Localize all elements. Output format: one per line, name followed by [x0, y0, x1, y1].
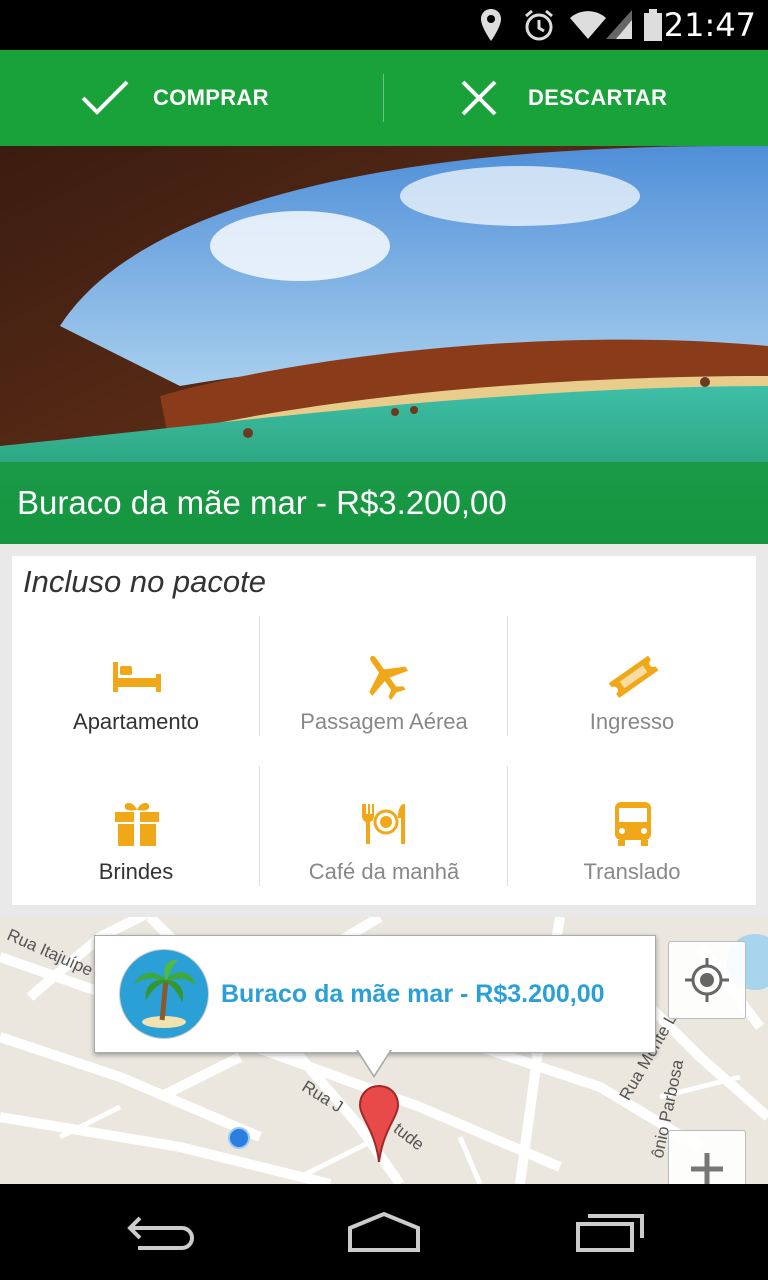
- action-bar: COMPRAR DESCARTAR: [0, 50, 768, 146]
- package-photo[interactable]: Buraco da mãe mar - R$3.200,00: [0, 146, 768, 544]
- battery-icon: [644, 9, 662, 41]
- discard-label: DESCARTAR: [528, 85, 668, 110]
- back-icon[interactable]: [126, 1210, 196, 1254]
- buy-button[interactable]: COMPRAR: [80, 50, 310, 146]
- included-item-label: Brindes: [98, 859, 174, 884]
- map-marker-icon[interactable]: [358, 1084, 400, 1164]
- included-item-apartment[interactable]: Apartamento: [12, 616, 260, 766]
- gift-icon: [115, 803, 159, 846]
- check-icon: [81, 80, 129, 115]
- included-card: Incluso no pacote Apartamento Passagem A…: [12, 556, 756, 905]
- plus-icon: [691, 1153, 723, 1185]
- wifi-icon: [570, 11, 606, 39]
- included-item-breakfast[interactable]: Café da manhã: [260, 766, 508, 916]
- status-time: 21:47: [663, 6, 756, 44]
- location-icon: [481, 9, 501, 41]
- included-item-label: Apartamento: [73, 709, 199, 734]
- my-location-dot: [228, 1127, 250, 1149]
- hero-caption-bar: Buraco da mãe mar - R$3.200,00: [0, 462, 768, 544]
- status-bar: 21:47: [0, 0, 768, 50]
- alarm-icon: [525, 9, 553, 41]
- crosshair-icon: [685, 958, 729, 1002]
- close-icon: [461, 80, 497, 116]
- included-item-flight[interactable]: Passagem Aérea: [260, 616, 508, 766]
- navigation-bar: [0, 1184, 768, 1280]
- my-location-button[interactable]: [668, 941, 746, 1019]
- hero-caption: Buraco da mãe mar - R$3.200,00: [17, 484, 507, 521]
- airplane-icon: [369, 655, 409, 701]
- included-item-label: Ingresso: [589, 709, 675, 734]
- palm-tree-icon: [134, 959, 196, 1028]
- included-item-label: Passagem Aérea: [300, 709, 468, 734]
- zoom-in-button[interactable]: [668, 1130, 746, 1185]
- recent-apps-icon[interactable]: [574, 1210, 646, 1254]
- restaurant-icon: [362, 804, 405, 844]
- ticket-icon: [608, 655, 659, 698]
- signal-icon: [606, 10, 632, 39]
- included-item-gifts[interactable]: Brindes: [12, 766, 260, 916]
- map-info-window[interactable]: Buraco da mãe mar - R$3.200,00: [94, 935, 656, 1053]
- included-title: Incluso no pacote: [23, 564, 267, 599]
- included-item-label: Translado: [583, 859, 681, 884]
- included-item-label: Café da manhã: [308, 859, 460, 884]
- buy-label: COMPRAR: [153, 85, 269, 110]
- included-item-ticket[interactable]: Ingresso: [508, 616, 756, 766]
- bus-icon: [615, 802, 651, 846]
- info-window-title: Buraco da mãe mar - R$3.200,00: [221, 980, 605, 1008]
- included-item-transfer[interactable]: Translado: [508, 766, 756, 916]
- action-divider: [383, 74, 384, 122]
- palm-tree-avatar: [119, 949, 209, 1039]
- info-window-pointer-inner: [358, 1050, 390, 1075]
- discard-button[interactable]: DESCARTAR: [460, 50, 690, 146]
- home-icon[interactable]: [346, 1210, 422, 1254]
- bed-icon: [113, 662, 161, 692]
